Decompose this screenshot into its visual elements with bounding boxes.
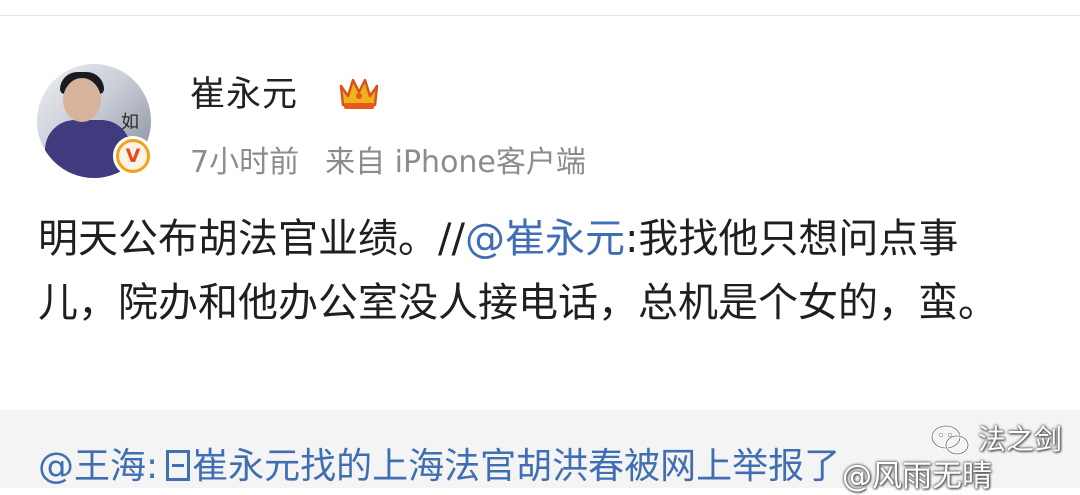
repost-author-link[interactable]: @王海	[38, 446, 146, 487]
mention-link[interactable]: @崔永元	[465, 216, 625, 262]
repost-tag-icon	[166, 450, 191, 481]
post-meta: 7小时前 来自 iPhone客户端	[190, 137, 586, 181]
username[interactable]: 崔永元	[190, 66, 298, 117]
post-text-before: 明天公布胡法官业绩。//	[38, 216, 465, 262]
repost-line[interactable]: @王海: 崔永元找的上海法官胡洪春被网上举报了	[38, 437, 840, 489]
repost-separator: :	[146, 446, 159, 487]
post-source[interactable]: 来自 iPhone客户端	[325, 145, 586, 180]
top-divider	[0, 15, 1080, 16]
verified-badge-icon: V	[113, 136, 153, 176]
post-time: 7小时前	[190, 145, 300, 180]
post-text: 明天公布胡法官业绩。//@崔永元:我找他只想问点事儿，院办和他办公室没人接电话，…	[38, 207, 1038, 335]
repost-text: 崔永元找的上海法官胡洪春被网上举报了	[192, 446, 841, 487]
avatar-glyph: 如	[121, 112, 139, 133]
crown-icon[interactable]	[337, 72, 381, 112]
watermark-source: @风雨无晴	[842, 459, 992, 494]
